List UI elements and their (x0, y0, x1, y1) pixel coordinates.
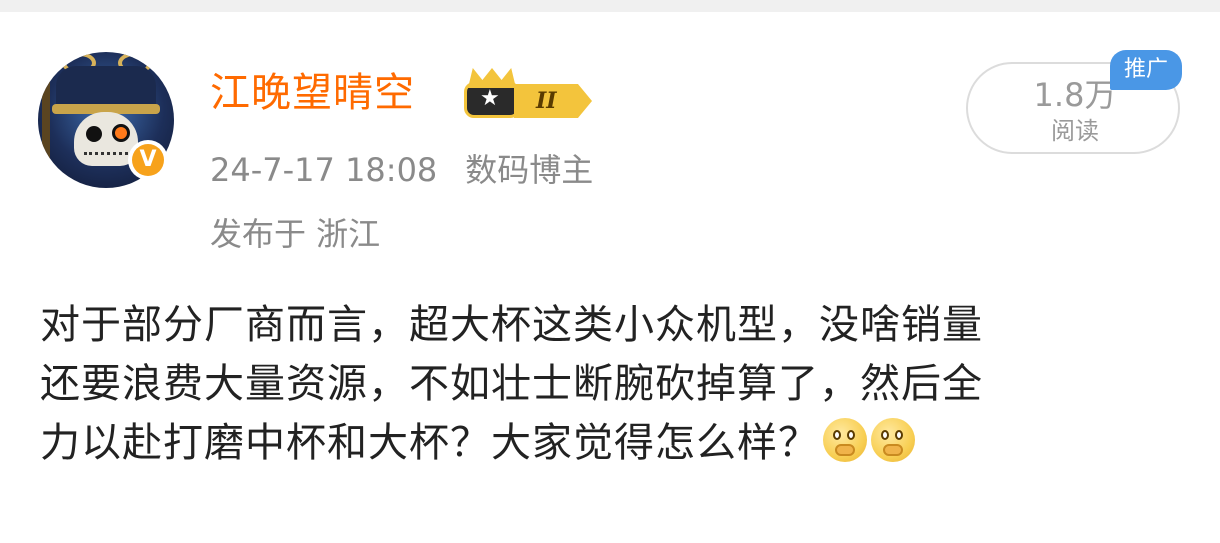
post-line-last: 力以赴打磨中杯和大杯？大家觉得怎么样？ (40, 414, 1190, 473)
post-text: 对于部分厂商而言，超大杯这类小众机型，没啥销量 还要浪费大量资源，不如壮士断腕砍… (40, 296, 1190, 473)
post-location: 发布于 浙江 (210, 215, 381, 253)
post-line: 还要浪费大量资源，不如壮士断腕砍掉算了，然后全 (40, 361, 983, 407)
post-line-text: 力以赴打磨中杯和大杯？大家觉得怎么样？ (40, 420, 819, 466)
read-label: 阅读 (1051, 117, 1099, 145)
member-level: II (514, 84, 592, 118)
star-icon: ★ (480, 86, 500, 111)
avatar[interactable]: V (38, 44, 178, 194)
post-line: 对于部分厂商而言，超大杯这类小众机型，没啥销量 (40, 302, 983, 348)
user-role: 数码博主 (465, 151, 594, 189)
verified-badge-icon: V (128, 140, 168, 180)
username[interactable]: 江晚望晴空 (210, 66, 415, 120)
post-meta: 24-7-17 18:08 数码博主 (210, 148, 593, 192)
promo-tag[interactable]: 推广 (1110, 50, 1182, 90)
thinking-face-icon (871, 418, 915, 462)
top-separator (0, 0, 1220, 12)
post-timestamp: 24-7-17 18:08 (210, 151, 438, 189)
member-crown-badge-icon[interactable]: ★ II (464, 64, 594, 120)
thinking-face-icon (823, 418, 867, 462)
